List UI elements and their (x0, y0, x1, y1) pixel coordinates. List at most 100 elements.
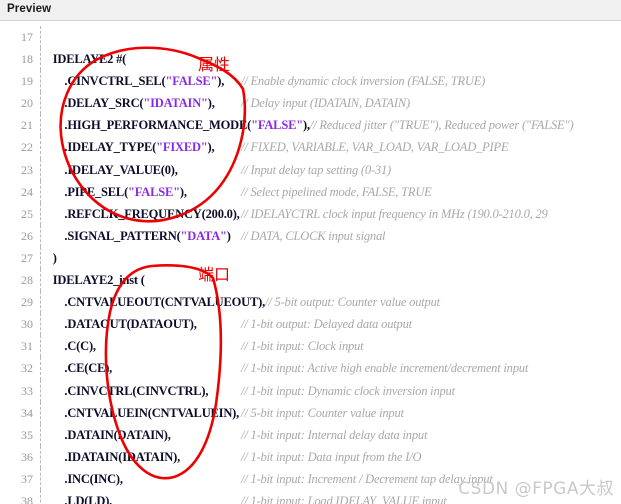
code-comment: // IDELAYCTRL clock input frequency in M… (241, 206, 548, 221)
line-number: 19 (21, 74, 33, 89)
line-number: 29 (21, 295, 33, 310)
code-line[interactable]: 33 .CINVCTRL(CINVCTRL), // 1-bit input: D… (0, 379, 621, 402)
attributes-annotation-label: 属性 (198, 55, 231, 74)
code-segment: .CINVCTRL(CINVCTRL), (41, 383, 209, 398)
code-line-text: IDELAYE2 #( (41, 48, 621, 70)
code-line-text: .CNTVALUEOUT(CNTVALUEOUT),// 5-bit outpu… (41, 291, 621, 313)
code-segment: .SIGNAL_PATTERN("DATA") (41, 228, 231, 243)
code-line-text: .CNTVALUEIN(CNTVALUEIN),// 5-bit input: … (41, 402, 621, 424)
line-number: 37 (21, 471, 33, 486)
code-line-text: .DELAY_SRC("IDATAIN"), // Delay input (ID… (41, 92, 621, 114)
code-line-text: .HIGH_PERFORMANCE_MODE("FALSE"),// Reduc… (41, 114, 621, 136)
code-line[interactable]: 36 .IDATAIN(IDATAIN), // 1-bit input: Dat… (0, 445, 621, 468)
code-line-text: .CINVCTRL(CINVCTRL), // 1-bit input: Dyna… (41, 380, 621, 402)
code-line-text: .IDELAY_TYPE("FIXED"), // FIXED, VARIABLE… (41, 136, 621, 158)
watermark: CSDN @FPGA大叔 (458, 479, 614, 499)
code-segment: .HIGH_PERFORMANCE_MODE("FALSE"), (41, 118, 310, 133)
code-comment: // 1-bit input: Internal delay data inpu… (241, 427, 428, 442)
code-segment: .LD(LD), (41, 493, 113, 504)
code-comment: // 1-bit input: Clock input (241, 339, 364, 354)
code-line-text: .IDELAY_VALUE(0), // Input delay tap sett… (41, 159, 621, 181)
line-number: 25 (21, 206, 33, 221)
code-segment: .REFCLK_FREQUENCY(200.0), (41, 206, 240, 221)
code-segment: .INC(INC), (41, 471, 123, 486)
code-segment: .CNTVALUEIN(CNTVALUEIN), (41, 405, 240, 420)
code-line-text: .REFCLK_FREQUENCY(200.0),// IDELAYCTRL c… (41, 203, 621, 225)
code-comment: // 5-bit input: Counter value input (241, 405, 404, 420)
line-number: 26 (21, 228, 33, 243)
code-comment: // 1-bit input: Increment / Decrement ta… (241, 471, 493, 486)
code-line[interactable]: 24 .PIPE_SEL("FALSE"), // Select pipeline… (0, 180, 621, 203)
code-line[interactable]: 22 .IDELAY_TYPE("FIXED"), // FIXED, VARIA… (0, 136, 621, 159)
line-number: 22 (21, 140, 33, 155)
code-line[interactable]: 35 .DATAIN(DATAIN), // 1-bit input: Inter… (0, 423, 621, 446)
code-line[interactable]: 26 .SIGNAL_PATTERN("DATA") // DATA, CLOCK… (0, 224, 621, 247)
preview-panel: Preview 17 18 IDELAYE2 #(19 .CINVCTRL_SEL… (0, 0, 621, 504)
line-number: 38 (21, 493, 33, 504)
code-line-text: .PIPE_SEL("FALSE"), // Select pipelined m… (41, 181, 621, 203)
code-line[interactable]: 25 .REFCLK_FREQUENCY(200.0),// IDELAYCTR… (0, 202, 621, 225)
code-segment: .CNTVALUEOUT(CNTVALUEOUT), (41, 295, 266, 310)
code-segment: .DATAIN(DATAIN), (41, 427, 171, 442)
code-line-text: .IDATAIN(IDATAIN), // 1-bit input: Data i… (41, 446, 621, 468)
line-number: 17 (21, 30, 33, 44)
line-number: 28 (21, 273, 33, 288)
code-line[interactable]: 19 .CINVCTRL_SEL("FALSE"),// Enable dyna… (0, 70, 621, 93)
panel-header: Preview (0, 0, 621, 21)
code-lines-container: 17 18 IDELAYE2 #(19 .CINVCTRL_SEL("FALSE"… (0, 22, 621, 504)
code-line-text: .C(C), // 1-bit input: Clock input (41, 335, 621, 357)
code-segment: .DATAOUT(DATAOUT), (41, 317, 197, 332)
code-comment: // Select pipelined mode, FALSE, TRUE (241, 184, 432, 199)
code-line[interactable]: 20 .DELAY_SRC("IDATAIN"), // Delay input … (0, 92, 621, 115)
code-line[interactable]: 23 .IDELAY_VALUE(0), // Input delay tap s… (0, 158, 621, 181)
code-comment: // 1-bit input: Data input from the I/O (241, 449, 422, 464)
code-line[interactable]: 29 .CNTVALUEOUT(CNTVALUEOUT),// 5-bit ou… (0, 291, 621, 314)
line-number: 23 (21, 162, 33, 177)
code-line-text: .DATAIN(DATAIN), // 1-bit input: Internal… (41, 424, 621, 446)
code-line-text: ) (41, 247, 621, 269)
line-number: 21 (21, 118, 33, 133)
ports-annotation-label: 端口 (198, 265, 231, 284)
line-number: 33 (21, 383, 33, 398)
code-line-text: .SIGNAL_PATTERN("DATA") // DATA, CLOCK in… (41, 225, 621, 247)
code-line[interactable]: 30 .DATAOUT(DATAOUT), // 1-bit output: De… (0, 313, 621, 336)
code-line-text: .CE(CE), // 1-bit input: Active high enab… (41, 357, 621, 379)
code-editor[interactable]: 17 18 IDELAYE2 #(19 .CINVCTRL_SEL("FALSE"… (0, 21, 621, 504)
code-segment: .IDELAY_TYPE("FIXED"), (41, 140, 215, 155)
code-line[interactable]: 32 .CE(CE), // 1-bit input: Active high e… (0, 357, 621, 380)
page-title: Preview (7, 3, 52, 16)
code-line[interactable]: 31 .C(C), // 1-bit input: Clock input (0, 335, 621, 358)
line-number: 24 (21, 184, 33, 199)
code-comment: // Reduced jitter ("TRUE"), Reduced powe… (309, 118, 574, 133)
code-comment: // DATA, CLOCK input signal (241, 228, 386, 243)
code-segment: .C(C), (41, 339, 96, 354)
line-number: 27 (21, 250, 33, 265)
code-segment: .PIPE_SEL("FALSE"), (41, 184, 187, 199)
code-line-text (41, 26, 621, 48)
line-number: 20 (21, 96, 33, 111)
code-segment: .IDELAY_VALUE(0), (41, 162, 178, 177)
code-comment: // 1-bit input: Load IDELAY_VALUE input (241, 493, 447, 504)
code-comment: // 1-bit input: Dynamic clock inversion … (241, 383, 455, 398)
code-comment: // Enable dynamic clock inversion (FALSE… (241, 74, 486, 89)
code-line[interactable]: 18 IDELAYE2 #( (0, 48, 621, 71)
line-number: 31 (21, 339, 33, 354)
code-comment: // 1-bit output: Delayed data output (241, 317, 412, 332)
code-line-text: IDELAYE2_inst ( (41, 269, 621, 291)
code-comment: // 1-bit input: Active high enable incre… (241, 361, 529, 376)
code-line[interactable]: 21 .HIGH_PERFORMANCE_MODE("FALSE"),// Re… (0, 114, 621, 137)
line-number: 32 (21, 361, 33, 376)
code-segment: .IDATAIN(IDATAIN), (41, 449, 181, 464)
code-comment: // 5-bit output: Counter value output (265, 295, 440, 310)
line-number: 36 (21, 449, 33, 464)
code-line[interactable]: 27 ) (0, 246, 621, 270)
code-line[interactable]: 28 IDELAYE2_inst ( (0, 269, 621, 292)
line-number: 30 (21, 317, 33, 332)
code-comment: // FIXED, VARIABLE, VAR_LOAD, VAR_LOAD_P… (241, 140, 509, 155)
code-line-text: .DATAOUT(DATAOUT), // 1-bit output: Delay… (41, 313, 621, 335)
code-line[interactable]: 17 (0, 26, 621, 49)
code-segment: .CE(CE), (41, 361, 113, 376)
code-line[interactable]: 34 .CNTVALUEIN(CNTVALUEIN),// 5-bit inpu… (0, 401, 621, 424)
code-line-text: .CINVCTRL_SEL("FALSE"),// Enable dynamic… (41, 70, 621, 92)
code-comment: // Delay input (IDATAIN, DATAIN) (241, 96, 410, 111)
